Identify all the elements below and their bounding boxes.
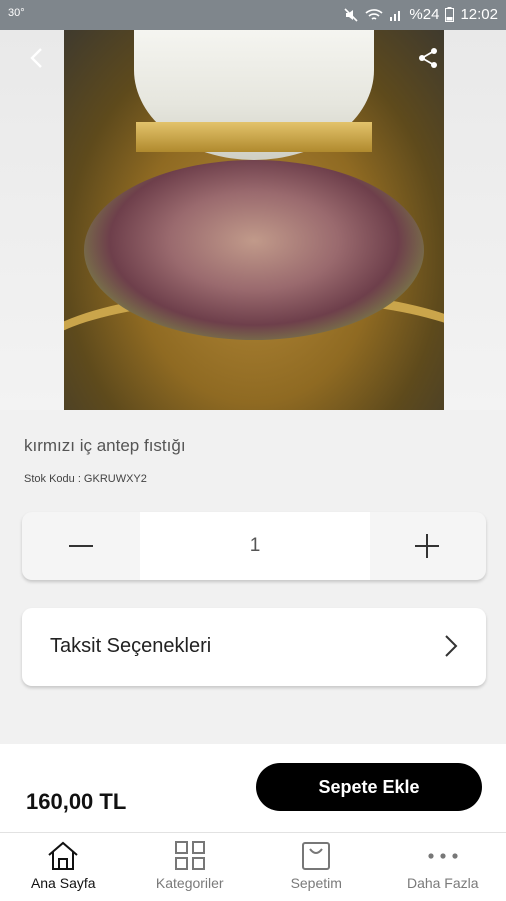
nav-item-cart[interactable]: Sepetim xyxy=(253,833,380,901)
add-to-cart-button[interactable]: Sepete Ekle xyxy=(256,763,482,811)
installment-options-button[interactable]: Taksit Seçenekleri xyxy=(22,608,486,686)
battery-icon xyxy=(445,7,454,22)
back-button[interactable] xyxy=(18,40,54,76)
installment-options-label: Taksit Seçenekleri xyxy=(50,635,211,658)
nav-label: Kategoriler xyxy=(156,875,224,891)
decrease-quantity-button[interactable] xyxy=(22,512,140,580)
temperature-indicator: 30° xyxy=(8,7,25,19)
bottom-navigation: Ana Sayfa Kategoriler Sepetim Daha Fazla xyxy=(0,832,506,901)
stock-code: Stok Kodu : GKRUWXY2 xyxy=(24,473,147,485)
nav-label: Daha Fazla xyxy=(407,875,479,891)
more-dots-icon xyxy=(426,841,460,871)
nav-label: Ana Sayfa xyxy=(31,875,96,891)
increase-quantity-button[interactable] xyxy=(368,512,486,580)
signal-icon xyxy=(389,8,403,22)
price-bar: 160,00 TL Sepete Ekle xyxy=(0,744,506,832)
plus-icon xyxy=(415,534,439,558)
grid-icon xyxy=(174,841,206,871)
status-bar: 30° %24 12:02 xyxy=(0,0,506,30)
battery-percent: %24 xyxy=(409,6,439,23)
product-price: 160,00 TL xyxy=(26,789,126,815)
pistachio-pile xyxy=(84,160,424,340)
quantity-value[interactable]: 1 xyxy=(140,512,370,580)
home-icon xyxy=(46,841,80,871)
shopping-bag-icon xyxy=(300,841,332,871)
nav-label: Sepetim xyxy=(291,875,342,891)
product-image-area xyxy=(0,30,506,410)
nav-item-home[interactable]: Ana Sayfa xyxy=(0,833,127,901)
product-title: kırmızı iç antep fıstığı xyxy=(24,436,186,456)
nav-item-more[interactable]: Daha Fazla xyxy=(380,833,506,901)
chevron-right-icon xyxy=(444,634,458,663)
chevron-left-icon xyxy=(29,47,43,69)
mute-icon xyxy=(343,7,359,23)
clock: 12:02 xyxy=(460,6,498,23)
share-icon xyxy=(417,47,439,69)
wifi-icon xyxy=(365,8,383,22)
nav-item-categories[interactable]: Kategoriler xyxy=(127,833,254,901)
pot-band xyxy=(136,122,372,152)
quantity-stepper: 1 xyxy=(22,512,486,580)
product-photo[interactable] xyxy=(64,30,444,410)
minus-icon xyxy=(69,544,93,548)
share-button[interactable] xyxy=(410,40,446,76)
